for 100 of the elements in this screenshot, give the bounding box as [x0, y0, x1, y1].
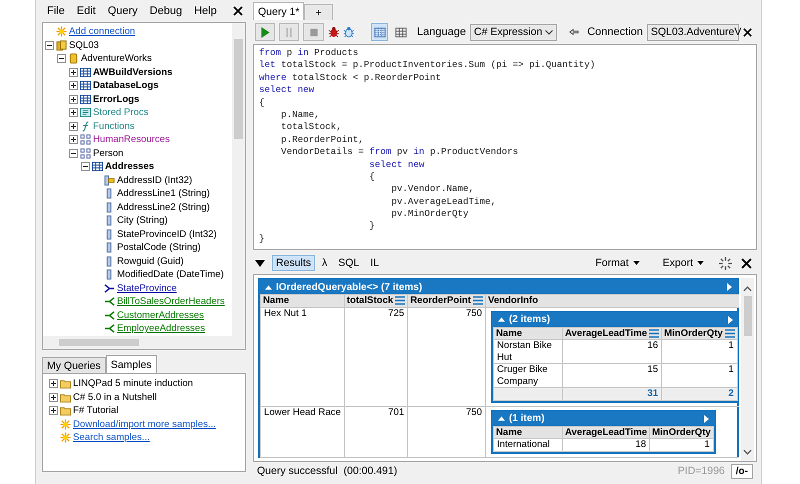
grid-title: (1 item) — [508, 412, 546, 424]
right-triangle-icon[interactable] — [727, 283, 732, 291]
column-totals-icon[interactable] — [724, 328, 735, 338]
run-button[interactable] — [255, 23, 276, 41]
expand-icon[interactable] — [69, 108, 78, 118]
code-line: from p in Products — [259, 47, 360, 60]
tree-link[interactable]: Search samples... — [73, 432, 150, 444]
right-triangle-icon[interactable] — [728, 316, 733, 324]
query-tab[interactable]: Query 1* — [253, 2, 304, 20]
expand-icon[interactable] — [49, 392, 58, 402]
collapse-icon[interactable] — [45, 40, 54, 50]
column-header[interactable]: totalStock — [344, 294, 408, 307]
tree-link[interactable]: Download/import more samples... — [73, 418, 216, 430]
spinner-icon[interactable] — [719, 256, 732, 270]
tree-item[interactable]: Functions — [93, 120, 135, 132]
toggle-button[interactable]: /o- — [730, 464, 753, 478]
expand-icon[interactable] — [69, 122, 78, 131]
tree-item[interactable]: AWBuildVersions — [93, 66, 172, 78]
bug-icon[interactable] — [328, 25, 340, 39]
grid-title-bar[interactable]: (2 items) — [492, 312, 738, 326]
scroll-down-icon[interactable] — [743, 449, 752, 455]
menu-item[interactable]: Edit — [72, 4, 101, 18]
expand-icon[interactable] — [69, 81, 78, 90]
tree-item[interactable]: Person — [93, 148, 124, 159]
collapse-triangle-icon[interactable] — [255, 260, 265, 266]
tree-item[interactable]: AddressID (Int32) — [117, 174, 192, 186]
column-totals-icon[interactable] — [649, 328, 660, 338]
rich-results-button[interactable] — [371, 23, 388, 41]
column-header[interactable]: VendorInfo — [485, 294, 739, 307]
collapse-icon[interactable] — [81, 162, 90, 172]
vertical-scrollbar[interactable] — [741, 278, 754, 461]
collapse-icon[interactable] — [57, 54, 66, 64]
scrollbar-thumb[interactable] — [234, 39, 243, 139]
scroll-up-icon[interactable] — [743, 286, 752, 292]
right-triangle-icon[interactable] — [704, 414, 709, 422]
expand-icon[interactable] — [49, 379, 58, 388]
language-dropdown[interactable]: C# Expression — [470, 24, 558, 40]
scrollbar-thumb[interactable] — [59, 339, 139, 346]
tree-item[interactable]: SQL03 — [69, 40, 99, 51]
query-tab[interactable]: + — [304, 4, 333, 20]
code-editor[interactable] — [253, 44, 757, 250]
tree-item[interactable]: AddressLine1 (String) — [117, 188, 210, 200]
menu-item[interactable]: Help — [189, 4, 222, 18]
bug-icon[interactable] — [343, 25, 355, 39]
tree-link[interactable]: BillToSalesOrderHeaders — [117, 296, 225, 308]
horizontal-scrollbar[interactable] — [43, 336, 245, 349]
menu-item[interactable]: Query — [102, 4, 143, 18]
tree-item[interactable]: StateProvinceID (Int32) — [117, 228, 217, 240]
results-tab[interactable]: λ — [318, 255, 332, 271]
menu-item[interactable]: File — [42, 4, 70, 18]
expand-icon[interactable] — [69, 135, 78, 144]
connection-dropdown[interactable]: SQL03.AdventureV — [646, 24, 739, 40]
panel-tab[interactable]: My Queries — [42, 357, 106, 373]
expand-icon[interactable] — [69, 94, 78, 104]
tree-link[interactable]: Add connection — [69, 26, 136, 38]
vertical-scrollbar[interactable] — [232, 23, 245, 336]
column-header[interactable]: AverageLeadTime — [562, 426, 650, 438]
column-header[interactable]: AverageLeadTime — [562, 327, 662, 340]
tree-item[interactable]: Rowguid (Guid) — [117, 256, 184, 267]
column-header[interactable]: ReorderPoint — [408, 294, 486, 307]
column-header[interactable]: Name — [493, 327, 562, 340]
scrollbar-thumb[interactable] — [744, 296, 752, 336]
tree-item[interactable]: City (String) — [117, 215, 168, 226]
tree-item[interactable]: PostalCode (String) — [117, 242, 201, 254]
tree-item[interactable]: AdventureWorks — [81, 53, 152, 64]
tree-item[interactable]: F# Tutorial — [73, 405, 118, 416]
expand-icon[interactable] — [69, 68, 78, 77]
tree-item[interactable]: Stored Procs — [93, 107, 148, 118]
results-tab[interactable]: Results — [272, 255, 316, 271]
grid-title-bar[interactable]: (1 item) — [492, 412, 714, 426]
column-totals-icon[interactable] — [472, 296, 483, 306]
column-header[interactable]: MinOrderQty — [650, 426, 714, 438]
column-header[interactable]: Name — [493, 426, 562, 438]
tree-item[interactable]: ErrorLogs — [93, 94, 140, 105]
tree-item[interactable]: LINQPad 5 minute induction — [73, 378, 193, 390]
column-totals-icon[interactable] — [395, 296, 406, 306]
tree-item[interactable]: HumanResources — [93, 134, 170, 146]
tree-item[interactable]: AddressLine2 (String) — [117, 202, 210, 213]
tree-link[interactable]: CustomerAddresses — [117, 310, 204, 321]
close-icon[interactable] — [233, 6, 243, 16]
dropdown-menu-button[interactable]: Export — [656, 256, 710, 270]
tree-item[interactable]: ModifiedDate (DateTime) — [117, 269, 224, 280]
menu-item[interactable]: Debug — [144, 4, 188, 18]
collapse-icon[interactable] — [69, 148, 78, 158]
tree-item[interactable]: C# 5.0 in a Nutshell — [73, 392, 157, 403]
table-icon — [92, 161, 103, 172]
panel-tab[interactable]: Samples — [106, 355, 157, 373]
dropdown-menu-button[interactable]: Format — [589, 256, 646, 270]
close-icon[interactable] — [742, 26, 752, 38]
grid-title-bar[interactable]: IOrderedQueryable<> (7 items) — [260, 280, 737, 294]
tree-item[interactable]: Addresses — [105, 161, 154, 172]
tree-link[interactable]: StateProvince — [117, 282, 177, 294]
column-header[interactable]: Name — [260, 294, 344, 307]
tree-link[interactable]: EmployeeAddresses — [117, 323, 205, 334]
tree-item[interactable]: DatabaseLogs — [93, 80, 159, 92]
expand-icon[interactable] — [49, 406, 58, 416]
close-icon[interactable] — [741, 258, 752, 268]
results-tab[interactable]: IL — [366, 255, 384, 271]
column-header[interactable]: MinOrderQty — [662, 327, 738, 340]
results-tab[interactable]: SQL — [334, 255, 364, 271]
